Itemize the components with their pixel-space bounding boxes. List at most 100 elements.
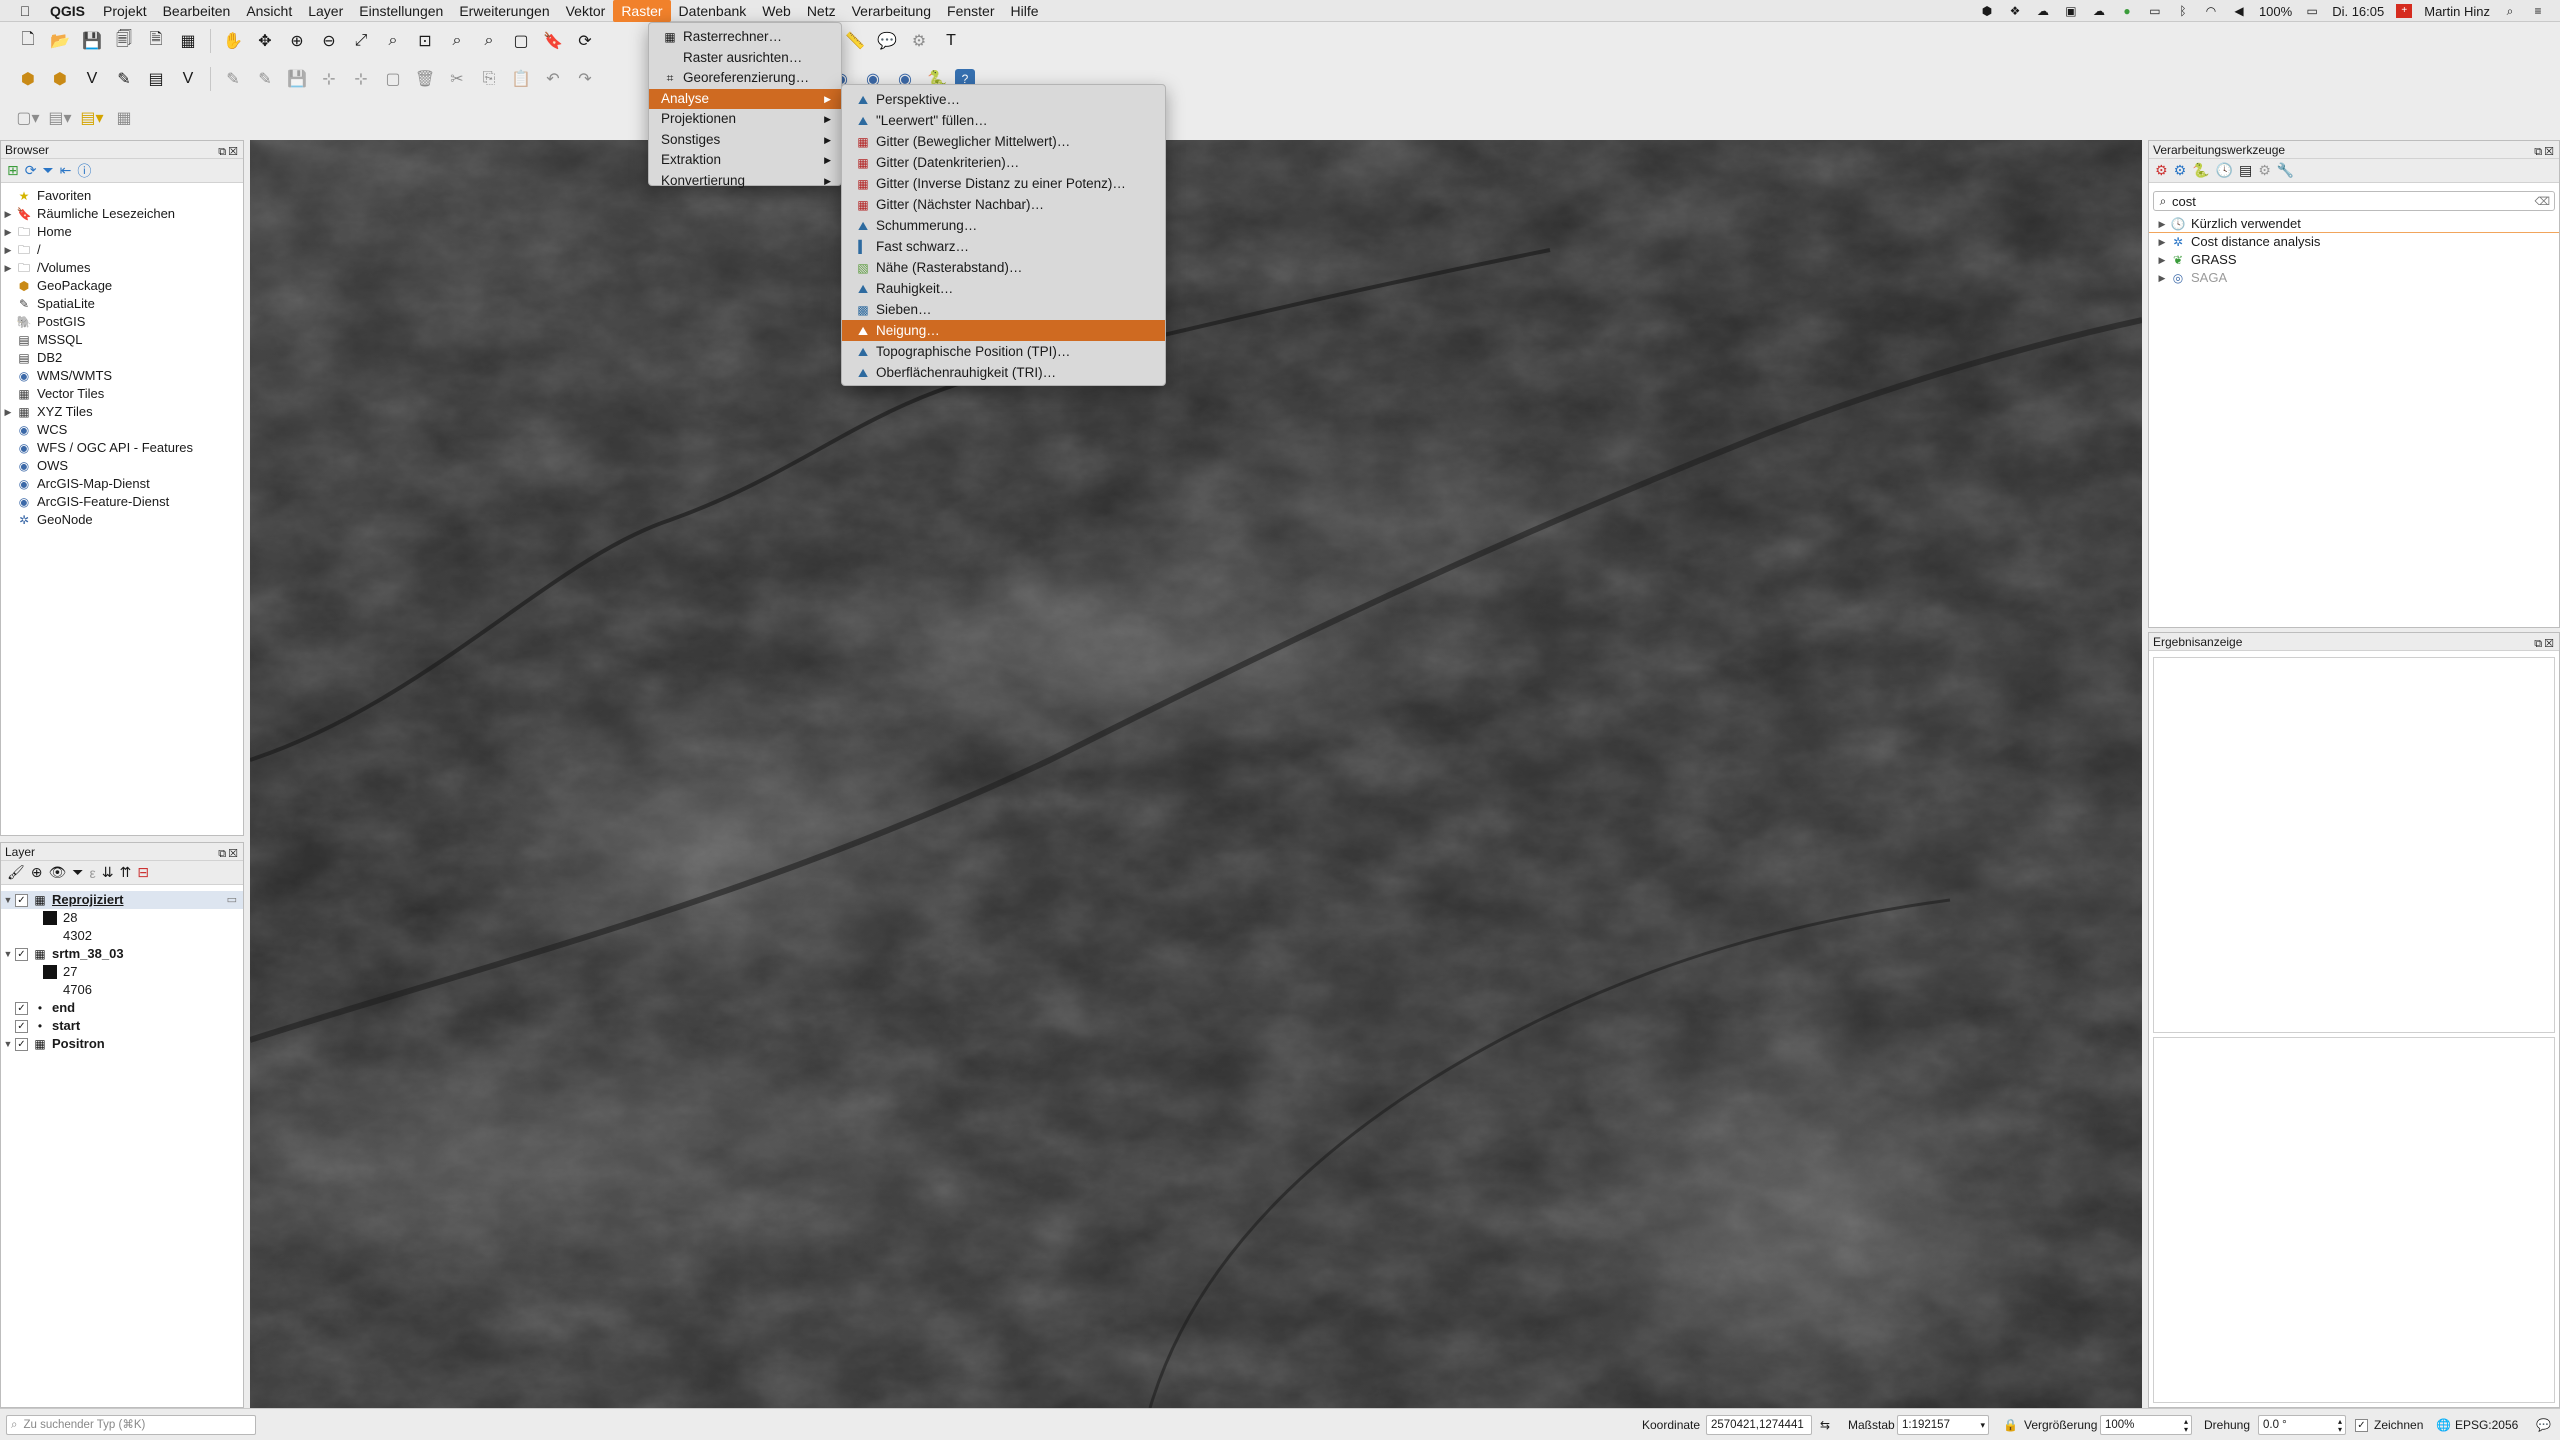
spotlight-search-icon[interactable]: ⌕ (2502, 4, 2518, 18)
extents-toggle-icon[interactable]: ⇆ (1820, 1415, 1830, 1435)
browser-item[interactable]: ▤ DB2 (1, 349, 243, 367)
digitize-icon[interactable]: ✎ (110, 65, 138, 93)
analyse-menu-item[interactable]: ⛰ Topographische Position (TPI)… (842, 341, 1165, 362)
browser-item[interactable]: ✲ GeoNode (1, 511, 243, 529)
lock-scale-icon[interactable]: 🔒 (2003, 1415, 2018, 1435)
browser-item[interactable]: ✎ SpatiaLite (1, 295, 243, 313)
user-name[interactable]: Martin Hinz (2424, 4, 2490, 19)
modify-icon[interactable]: ▢ (379, 65, 407, 93)
scale-field[interactable]: 1:192157 ▾ (1897, 1415, 1989, 1435)
dropbox-icon[interactable]: ❖ (2007, 4, 2023, 18)
layer-visibility-checkbox[interactable]: ✓ (15, 947, 28, 961)
layer-styling-icon[interactable]: 🖌 (7, 864, 25, 881)
zoom-next-icon[interactable]: ⌕ (475, 27, 503, 55)
raster-menu-item[interactable]: Analyse ▶ (649, 88, 841, 109)
analyse-menu-item[interactable]: ⛰ Schummerung… (842, 215, 1165, 236)
raster-menu-item[interactable]: Konvertierung ▶ (649, 171, 841, 192)
browser-item[interactable]: ▶ ▦ XYZ Tiles (1, 403, 243, 421)
menu-verarbeitung[interactable]: Verarbeitung (844, 0, 939, 22)
menu-datenbank[interactable]: Datenbank (671, 0, 755, 22)
layer-visibility-checkbox[interactable]: ✓ (15, 1037, 28, 1051)
apple-icon[interactable]:  (12, 3, 38, 19)
layer-item[interactable]: ▼ ✓ ▦ Positron (1, 1035, 243, 1053)
select-features-icon[interactable]: ▢▾ (14, 104, 42, 132)
cloud-upload-icon[interactable]: ☁ (2091, 4, 2107, 18)
analyse-menu-item[interactable]: ▩ Sieben… (842, 299, 1165, 320)
expand-arrow-icon[interactable]: ▶ (2155, 269, 2169, 287)
zoom-selection-icon[interactable]: ⌕ (379, 27, 407, 55)
legend-item[interactable]: 28 (1, 909, 243, 927)
collapse-arrow-icon[interactable]: ▼ (1, 1035, 15, 1053)
refresh-icon[interactable]: ⟳ (25, 162, 37, 179)
zoom-native-icon[interactable]: ⊡ (411, 27, 439, 55)
clear-search-icon[interactable]: ⌫ (2534, 195, 2550, 208)
menu-projekt[interactable]: Projekt (95, 0, 155, 22)
info-icon[interactable]: ⓘ (77, 161, 91, 181)
zoom-in-icon[interactable]: ⊕ (283, 27, 311, 55)
toggle-editing-icon[interactable]: ✎ (251, 65, 279, 93)
cut-icon[interactable]: ✂ (443, 65, 471, 93)
analyse-menu-item[interactable]: ▦ Gitter (Beweglicher Mittelwert)… (842, 131, 1165, 152)
layer-visibility-checkbox[interactable]: ✓ (15, 893, 28, 907)
analyse-menu-item[interactable]: ▍ Fast schwarz… (842, 236, 1165, 257)
legend-item[interactable]: 27 (1, 963, 243, 981)
refresh-icon[interactable]: ⟳ (571, 27, 599, 55)
menu-fenster[interactable]: Fenster (939, 0, 1002, 22)
pan-to-selection-icon[interactable]: ✥ (251, 27, 279, 55)
analyse-menu-item[interactable]: ⛰ "Leerwert" füllen… (842, 110, 1165, 131)
expand-arrow-icon[interactable]: ▶ (1, 403, 15, 421)
processing-search-input[interactable]: cost (2172, 194, 2196, 209)
menu-einstellungen[interactable]: Einstellungen (351, 0, 451, 22)
measure-icon[interactable]: 📏 (841, 27, 869, 55)
menu-layer[interactable]: Layer (300, 0, 351, 22)
virtual-layer-icon[interactable]: V (174, 65, 202, 93)
expand-all-icon[interactable]: ⇊ (102, 864, 114, 881)
db-icon[interactable]: ▤ (142, 65, 170, 93)
pan-icon[interactable]: ✋ (219, 27, 247, 55)
select-by-value-icon[interactable]: ▤▾ (46, 104, 74, 132)
edit-features-icon[interactable]: ⚙ (2258, 162, 2271, 179)
add-feature-icon[interactable]: ⊹ (315, 65, 343, 93)
raster-menu-item[interactable]: ⌗ Georeferenzierung… (649, 68, 841, 89)
swiss-flag-icon[interactable]: + (2396, 4, 2413, 18)
remove-layer-icon[interactable]: ⊟ (137, 864, 149, 881)
browser-item[interactable]: 🐘 PostGIS (1, 313, 243, 331)
coordinate-field[interactable]: 2570421,1274441 (1706, 1415, 1812, 1435)
menu-bearbeiten[interactable]: Bearbeiten (155, 0, 239, 22)
text-annotation-icon[interactable]: T (937, 27, 965, 55)
analyse-menu-item[interactable]: ⛰ Oberflächenrauhigkeit (TRI)… (842, 362, 1165, 383)
analyse-menu-item[interactable]: ▧ Nähe (Rasterabstand)… (842, 257, 1165, 278)
render-checkbox[interactable]: ✓ (2355, 1418, 2368, 1432)
bookmark-icon[interactable]: 🔖 (539, 27, 567, 55)
layer-item[interactable]: ▼ ✓ ▦ Reprojiziert ▭ (1, 891, 243, 909)
browser-item[interactable]: ▶ 🔖 Räumliche Lesezeichen (1, 205, 243, 223)
add-vector-icon[interactable]: V (78, 65, 106, 93)
expand-arrow-icon[interactable]: ▶ (2155, 251, 2169, 269)
processing-group[interactable]: ▶ ◎ SAGA (2149, 269, 2559, 287)
analyse-menu-item[interactable]: ⛰ Perspektive… (842, 89, 1165, 110)
layer-item[interactable]: ▼ ✓ ▦ srtm_38_03 (1, 945, 243, 963)
analyse-menu-item[interactable]: ▦ Gitter (Datenkriterien)… (842, 152, 1165, 173)
redo-icon[interactable]: ↷ (571, 65, 599, 93)
app-name[interactable]: QGIS (50, 3, 85, 19)
browser-item[interactable]: ◉ WFS / OGC API - Features (1, 439, 243, 457)
raster-menu-item[interactable]: Sonstiges ▶ (649, 130, 841, 151)
zoom-last-icon[interactable]: ⌕ (443, 27, 471, 55)
legend-item[interactable]: 4706 (1, 981, 243, 999)
add-group-icon[interactable]: ⊕ (31, 864, 43, 881)
delete-icon[interactable]: 🗑 (411, 65, 439, 93)
analyse-menu-item[interactable]: ▦ Gitter (Nächster Nachbar)… (842, 194, 1165, 215)
raster-menu-item[interactable]: Raster ausrichten… (649, 48, 841, 69)
vertex-tool-icon[interactable]: ⊹ (347, 65, 375, 93)
browser-item[interactable]: ◉ WCS (1, 421, 243, 439)
models-icon[interactable]: ⚙ (2155, 162, 2168, 179)
results-viewer-icon[interactable]: ▤ (2239, 162, 2252, 179)
browser-item[interactable]: ▶ 🗀 / (1, 241, 243, 259)
expand-arrow-icon[interactable]: ▶ (1, 259, 15, 277)
zoom-full-icon[interactable]: ⤢ (347, 27, 375, 55)
volume-icon[interactable]: ◀ (2231, 4, 2247, 18)
data-source-manager-icon[interactable]: ⬢ (14, 65, 42, 93)
cloud-icon[interactable]: ☁ (2035, 4, 2051, 18)
clock[interactable]: Di. 16:05 (2332, 4, 2384, 19)
annotation-icon[interactable]: 💬 (873, 27, 901, 55)
